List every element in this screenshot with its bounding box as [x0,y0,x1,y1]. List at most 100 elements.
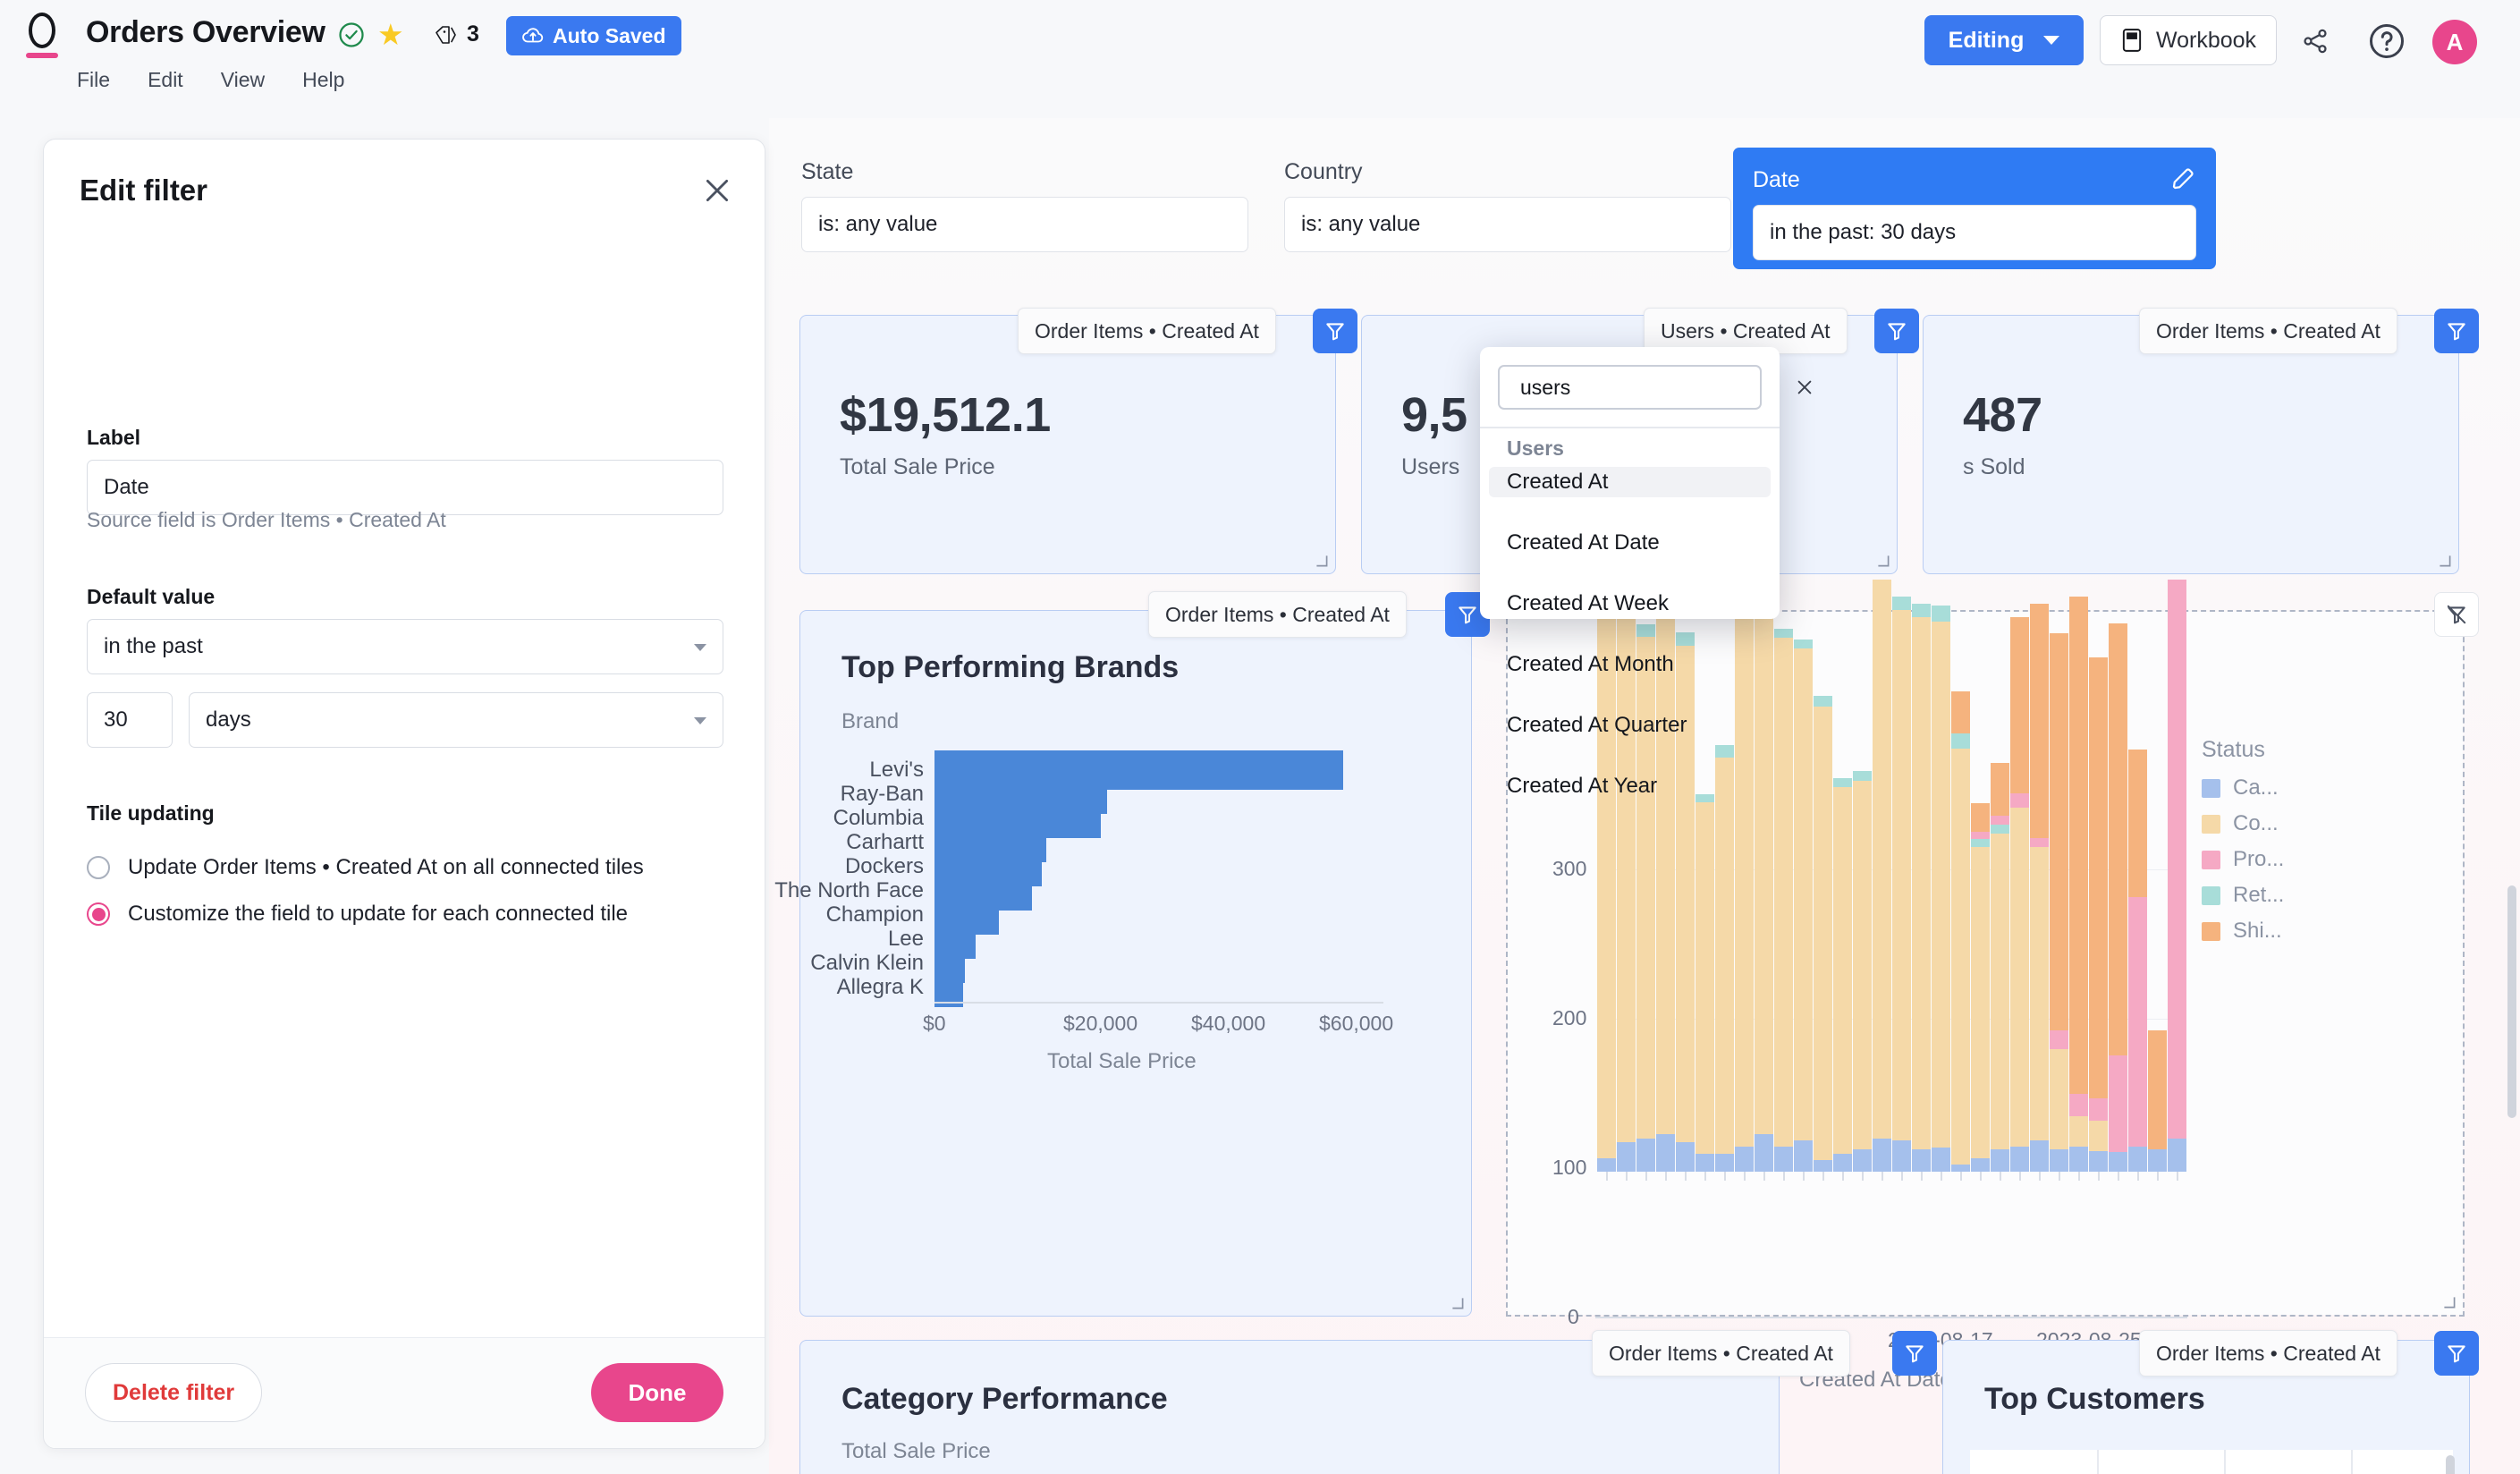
radio-update-all-tiles[interactable]: Update Order Items • Created At on all c… [87,855,644,880]
tile-filter-button[interactable] [1874,309,1919,353]
stacked-bar-segment [1912,617,1931,1149]
dropdown-item[interactable]: Created At Week [1489,589,1771,619]
menu-item-file[interactable]: File [77,68,110,92]
stacked-bar-column[interactable] [1951,546,1970,1172]
field-search-input[interactable] [1520,375,1785,400]
tile-filter-off-button[interactable] [2434,592,2479,637]
filter-date-active[interactable]: Date in the past: 30 days [1733,148,2216,269]
stacked-bar-column[interactable] [1814,546,1832,1172]
stacked-bar-segment [2109,1055,2127,1153]
delete-filter-button[interactable]: Delete filter [85,1363,263,1422]
stacked-bar-column[interactable] [1971,546,1990,1172]
auto-saved-button[interactable]: Auto Saved [506,16,681,55]
stacked-bar-column[interactable] [1794,546,1813,1172]
tile-filter-button[interactable] [1313,309,1357,353]
dropdown-item[interactable]: Created At [1489,467,1771,497]
kpi-value: $19,512.1 [840,388,1051,442]
stacked-bar-column[interactable] [1833,546,1852,1172]
legend-row[interactable]: Ca... [2202,775,2284,801]
app-logo[interactable] [20,13,64,62]
close-icon[interactable] [702,175,732,206]
y-tick: 300 [1552,857,1587,880]
kpi-subtitle: s Sold [1963,454,2025,479]
tile-filter-button[interactable] [2434,309,2479,353]
default-amount-input[interactable]: 30 [87,692,173,748]
stacked-bar-column[interactable] [1873,546,1891,1172]
stacked-bar-segment [1735,1146,1754,1172]
legend-row[interactable]: Co... [2202,811,2284,836]
filter-label-input[interactable]: Date [87,460,723,515]
dropdown-item[interactable]: Created At Month [1489,649,1771,680]
clear-search-icon[interactable] [1795,377,1814,397]
logo-underline-icon [26,53,58,58]
stacked-bar-segment [1597,1158,1616,1172]
filter-country-value[interactable]: is: any value [1284,197,1731,252]
stacked-bar-segment [2069,1094,2088,1117]
done-button[interactable]: Done [591,1363,723,1422]
editing-mode-button[interactable]: Editing [1924,15,2084,65]
table-col-divider [2351,1450,2353,1474]
stacked-bar-column[interactable] [1912,546,1931,1172]
stacked-bar-column[interactable] [2128,546,2147,1172]
tile-field-badge[interactable]: Order Items • Created At [2139,1330,2397,1377]
radio-customize-per-tile[interactable]: Customize the field to update for each c… [87,902,628,927]
table-scrollbar[interactable] [2446,1455,2455,1474]
share-icon[interactable] [2300,27,2330,55]
avatar[interactable]: A [2432,20,2477,64]
stacked-bar-column[interactable] [2109,546,2127,1172]
dropdown-item[interactable]: Created At Date [1489,528,1771,558]
field-picker-dropdown[interactable]: Users Created AtCreated At DateCreated A… [1480,347,1812,798]
legend-row[interactable]: Shi... [2202,919,2284,944]
stacked-bar-column[interactable] [2050,546,2068,1172]
resize-grip-icon[interactable] [2439,555,2451,567]
menu-item-view[interactable]: View [221,68,265,92]
filter-state-value[interactable]: is: any value [801,197,1248,252]
resize-grip-icon[interactable] [1451,1297,1464,1309]
tile-filter-button[interactable] [2434,1331,2479,1376]
stacked-bar-column[interactable] [2030,546,2049,1172]
edit-pencil-icon[interactable] [2169,165,2196,192]
stacked-bar-column[interactable] [2069,546,2088,1172]
stacked-bar-column[interactable] [2010,546,2029,1172]
default-unit-select[interactable]: days [189,692,723,748]
resize-grip-icon[interactable] [1315,555,1328,567]
tile-field-badge[interactable]: Order Items • Created At [1148,591,1407,638]
page-scrollbar[interactable] [2507,885,2516,1118]
legend-row[interactable]: Pro... [2202,847,2284,872]
stacked-bar-segment [2010,792,2029,809]
menu-item-help[interactable]: Help [302,68,344,92]
workbook-button[interactable]: Workbook [2100,15,2277,65]
stacked-bar-column[interactable] [1853,546,1872,1172]
stacked-bar-column[interactable] [2168,546,2186,1172]
filter-icon [1459,606,1476,624]
stacked-bar-column[interactable] [2148,546,2167,1172]
legend-row[interactable]: Ret... [2202,883,2284,908]
stacked-bar-segment [1951,1164,1970,1172]
cloud-upload-icon [522,28,544,43]
tags-icon[interactable] [435,25,460,45]
chart-tile-top-performing-brands[interactable]: Top Performing Brands Brand Levi's Ray-B… [774,610,1472,1317]
resize-grip-icon[interactable] [2443,1296,2456,1309]
tile-field-badge[interactable]: Order Items • Created At [1592,1330,1850,1377]
dropdown-item[interactable]: Created At Quarter [1489,710,1771,741]
stacked-bar-column[interactable] [1932,546,1950,1172]
dropdown-item[interactable]: Created At Year [1489,771,1771,801]
tile-field-badge[interactable]: Order Items • Created At [2139,308,2397,354]
stacked-bar-column[interactable] [1991,546,2009,1172]
stacked-bar-column[interactable] [1774,546,1793,1172]
default-operator-select[interactable]: in the past [87,619,723,674]
verified-check-icon[interactable] [338,21,365,48]
tile-filter-button[interactable] [1892,1331,1937,1376]
filter-state: State is: any value [801,159,1248,252]
tile-field-badge[interactable]: Order Items • Created At [1018,308,1276,354]
stacked-bar-column[interactable] [2089,546,2108,1172]
stacked-bar-column[interactable] [1892,546,1911,1172]
favorite-star-icon[interactable]: ★ [377,20,404,49]
x-tick: $0 [923,1012,946,1035]
filter-date-value[interactable]: in the past: 30 days [1753,205,2196,260]
field-search-wrap[interactable] [1498,365,1812,410]
bar-label: Carhartt [846,830,924,854]
menu-item-edit[interactable]: Edit [148,68,183,92]
dropdown-divider [1480,427,1780,428]
help-icon[interactable] [2368,22,2406,60]
